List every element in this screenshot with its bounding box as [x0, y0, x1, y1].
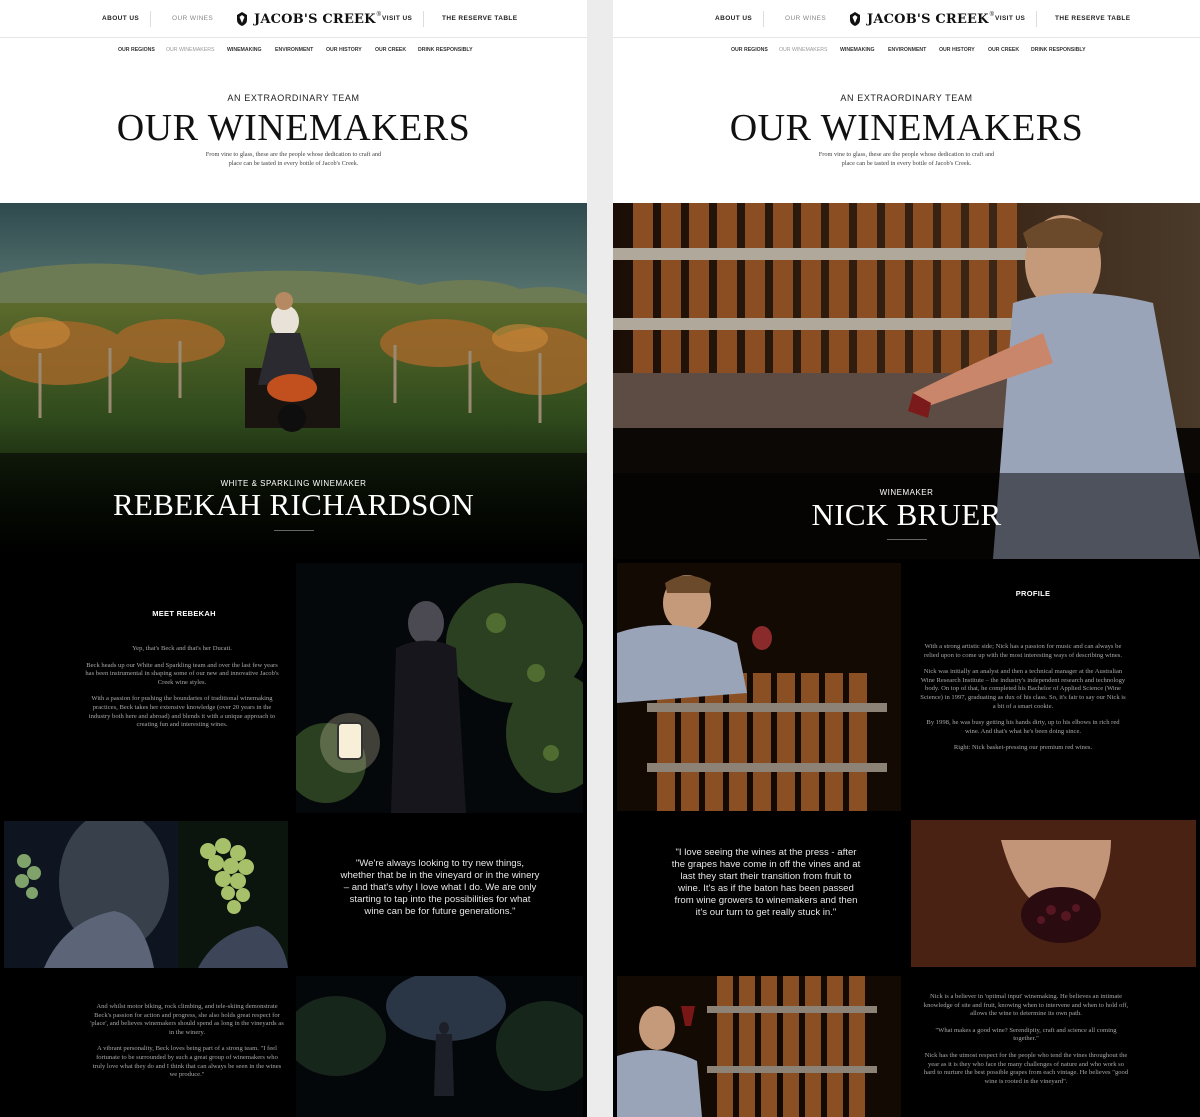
- nav-reserve-table[interactable]: THE RESERVE TABLE: [1055, 15, 1131, 22]
- hero-image-basket-press: WINEMAKER NICK BRUER: [613, 203, 1200, 559]
- nav-visit-us[interactable]: VISIT US: [382, 15, 412, 22]
- subnav-our-regions[interactable]: OUR REGIONS: [118, 47, 155, 53]
- nav-our-wines[interactable]: OUR WINES: [172, 15, 213, 22]
- photo-hands-grape-must: [911, 820, 1196, 967]
- subnav-our-winemakers[interactable]: OUR WINEMAKERS: [779, 47, 827, 53]
- top-navigation: ABOUT US OUR WINES JACOB'S CREEK ® VISIT…: [613, 0, 1200, 38]
- page-eyebrow: AN EXTRAORDINARY TEAM: [227, 93, 360, 103]
- section-title: PROFILE: [1015, 589, 1051, 598]
- winemaker-name: REBEKAH RICHARDSON: [112, 487, 475, 522]
- nav-our-wines[interactable]: OUR WINES: [785, 15, 826, 22]
- bio-paragraph: With a passion for pushing the boundarie…: [88, 695, 276, 729]
- bio-paragraph: A vibrant personality, Beck loves being …: [92, 1045, 282, 1079]
- section-title: MEET REBEKAH: [152, 609, 216, 618]
- subnav-our-winemakers[interactable]: OUR WINEMAKERS: [166, 47, 214, 53]
- sub-navigation: OUR REGIONS OUR WINEMAKERS WINEMAKING EN…: [613, 38, 1200, 62]
- bio-paragraph: Nick was initially an analyst and then a…: [920, 668, 1126, 710]
- subnav-our-creek[interactable]: OUR CREEK: [375, 47, 406, 53]
- subnav-winemaking[interactable]: WINEMAKING: [227, 47, 262, 53]
- intro-line: place can be tasted in every bottle of J…: [228, 159, 359, 167]
- subnav-winemaking[interactable]: WINEMAKING: [840, 47, 875, 53]
- nav-divider: [150, 11, 151, 27]
- hero-image-vineyard-motorbike: WHITE & SPARKLING WINEMAKER REBEKAH RICH…: [0, 203, 587, 559]
- photo-lantern-night: [296, 563, 583, 813]
- top-navigation: ABOUT US OUR WINES JACOB'S CREEK ® VISIT…: [0, 0, 587, 38]
- intro-line: From vine to glass, these are the people…: [818, 151, 995, 158]
- intro-line: From vine to glass, these are the people…: [205, 151, 382, 158]
- divider-rule: [273, 530, 314, 531]
- bio-text: With a strong artistic side; Nick has a …: [919, 643, 1127, 761]
- photo-hand-grapes: [4, 821, 178, 968]
- page-eyebrow: AN EXTRAORDINARY TEAM: [840, 93, 973, 103]
- bio-paragraph: And whilst motor biking, rock climbing, …: [90, 1003, 284, 1036]
- nav-about-us[interactable]: ABOUT US: [715, 15, 752, 22]
- registered-mark: ®: [376, 12, 382, 18]
- winemaker-name: NICK BRUER: [811, 497, 1002, 532]
- bio-paragraph: With a strong artistic side; Nick has a …: [924, 643, 1122, 659]
- winemaker-quote: "I love seeing the wines at the press - …: [671, 847, 861, 918]
- sub-navigation: OUR REGIONS OUR WINEMAKERS WINEMAKING EN…: [0, 38, 587, 62]
- bio-text-continued: Nick is a believer in 'optimal input' wi…: [923, 993, 1129, 1094]
- photo-vineyard-silhouette: [296, 976, 583, 1117]
- subnav-drink-responsibly[interactable]: DRINK RESPONSIBLY: [418, 47, 473, 53]
- divider-rule: [886, 539, 927, 540]
- subnav-our-history[interactable]: OUR HISTORY: [326, 47, 362, 53]
- winemaker-role: WINEMAKER: [879, 488, 934, 497]
- nav-divider: [423, 11, 424, 27]
- bio-paragraph: Beck heads up our White and Sparkling te…: [85, 661, 279, 686]
- left-page-rebekah: ABOUT US OUR WINES JACOB'S CREEK ® VISIT…: [0, 0, 587, 1117]
- bio-text: Yep, that's Beck and that's her Ducati. …: [82, 645, 282, 738]
- bio-paragraph: "What makes a good wine? Serendipity, cr…: [935, 1026, 1117, 1043]
- subnav-our-creek[interactable]: OUR CREEK: [988, 47, 1019, 53]
- page-header: ABOUT US OUR WINES JACOB'S CREEK ® VISIT…: [0, 0, 587, 203]
- page-intro: From vine to glass, these are the people…: [0, 151, 587, 168]
- bio-paragraph: Right: Nick basket-pressing our premium …: [953, 744, 1093, 752]
- nav-visit-us[interactable]: VISIT US: [995, 15, 1025, 22]
- crest-icon: [237, 12, 247, 26]
- photo-nick-tasting: [617, 976, 901, 1117]
- subnav-environment[interactable]: ENVIRONMENT: [275, 47, 313, 53]
- intro-line: place can be tasted in every bottle of J…: [841, 159, 972, 167]
- winemaker-quote: "We're always looking to try new things,…: [340, 858, 540, 917]
- brand-logo[interactable]: JACOB'S CREEK ®: [847, 9, 994, 29]
- bio-paragraph: Yep, that's Beck and that's her Ducati.: [132, 645, 232, 652]
- nav-divider: [1036, 11, 1037, 27]
- nav-divider: [763, 11, 764, 27]
- page-title: OUR WINEMAKERS: [116, 107, 471, 149]
- bio-paragraph: By 1998, he was busy getting his hands d…: [926, 719, 1120, 735]
- brand-name: JACOB'S CREEK: [867, 11, 989, 27]
- registered-mark: ®: [989, 12, 995, 18]
- photo-grape-bunch: [178, 821, 288, 968]
- subnav-our-regions[interactable]: OUR REGIONS: [731, 47, 768, 53]
- bio-text-continued: And whilst motor biking, rock climbing, …: [90, 1003, 284, 1088]
- bio-paragraph: Nick is a believer in 'optimal input' wi…: [923, 993, 1129, 1018]
- photo-nick-at-press: [617, 563, 901, 811]
- page-title: OUR WINEMAKERS: [729, 107, 1084, 149]
- brand-name: JACOB'S CREEK: [254, 11, 376, 27]
- nav-reserve-table[interactable]: THE RESERVE TABLE: [442, 15, 518, 22]
- subnav-environment[interactable]: ENVIRONMENT: [888, 47, 926, 53]
- nav-about-us[interactable]: ABOUT US: [102, 15, 139, 22]
- subnav-our-history[interactable]: OUR HISTORY: [939, 47, 975, 53]
- bio-paragraph: Nick has the utmost respect for the peop…: [923, 1051, 1129, 1085]
- right-page-nick: ABOUT US OUR WINES JACOB'S CREEK ® VISIT…: [613, 0, 1200, 1117]
- page-header: ABOUT US OUR WINES JACOB'S CREEK ® VISIT…: [613, 0, 1200, 203]
- subnav-drink-responsibly[interactable]: DRINK RESPONSIBLY: [1031, 47, 1086, 53]
- page-intro: From vine to glass, these are the people…: [613, 151, 1200, 168]
- brand-logo[interactable]: JACOB'S CREEK ®: [234, 9, 381, 29]
- crest-icon: [850, 12, 860, 26]
